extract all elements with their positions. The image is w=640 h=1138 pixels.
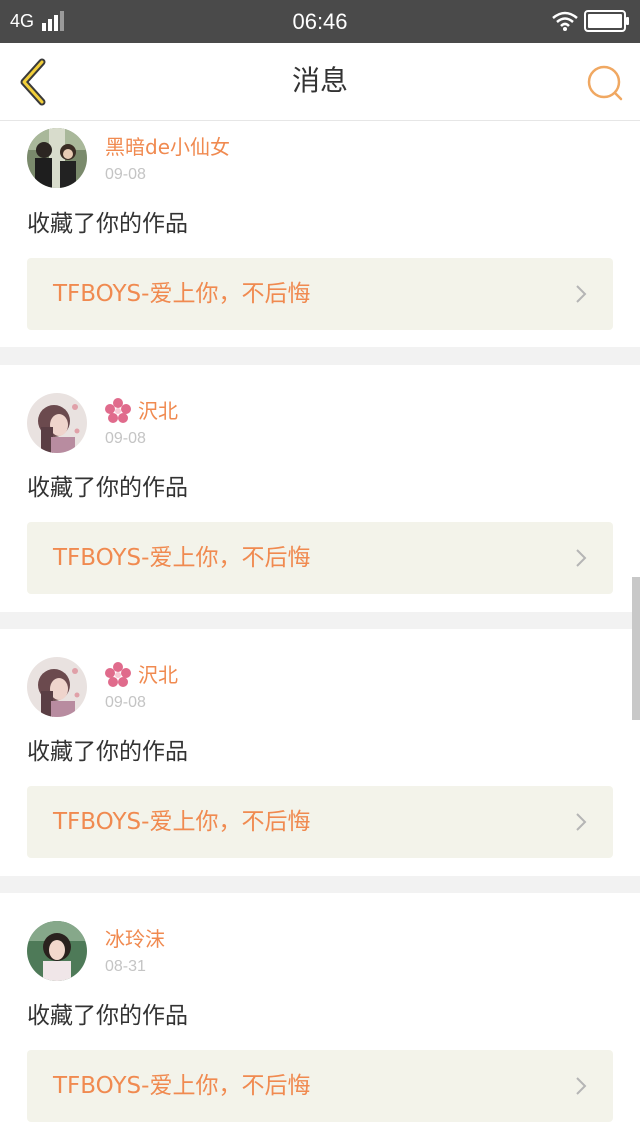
battery-icon [584, 10, 629, 32]
message-card: 黑暗de小仙女 09-08 收藏了你的作品 TFBOYS-爱上你，不后悔 [0, 121, 640, 347]
work-title: TFBOYS-爱上你，不后悔 [53, 281, 311, 307]
flower-badge-icon [105, 662, 131, 687]
chevron-right-icon [576, 549, 587, 567]
navigation-bar: 消息 [0, 43, 640, 121]
avatar[interactable] [27, 393, 87, 453]
work-title: TFBOYS-爱上你，不后悔 [53, 545, 311, 571]
work-title: TFBOYS-爱上你，不后悔 [53, 809, 311, 835]
chevron-right-icon [576, 1077, 587, 1095]
wifi-icon [552, 11, 578, 31]
work-link[interactable]: TFBOYS-爱上你，不后悔 [27, 258, 613, 330]
username[interactable]: 冰玲沫 [105, 926, 165, 952]
status-bar: 4G 06:46 [0, 0, 640, 43]
avatar[interactable] [27, 128, 87, 188]
message-date: 09-08 [105, 430, 146, 447]
username[interactable]: 黑暗de小仙女 [105, 134, 230, 160]
work-link[interactable]: TFBOYS-爱上你，不后悔 [27, 1050, 613, 1122]
status-time: 06:46 [292, 9, 348, 34]
message-card: 冰玲沫 08-31 收藏了你的作品 TFBOYS-爱上你，不后悔 [0, 893, 640, 1138]
action-text: 收藏了你的作品 [27, 739, 188, 765]
scrollbar[interactable] [632, 577, 640, 720]
work-link[interactable]: TFBOYS-爱上你，不后悔 [27, 786, 613, 858]
action-text: 收藏了你的作品 [27, 1003, 188, 1029]
message-card: 沢北 09-08 收藏了你的作品 TFBOYS-爱上你，不后悔 [0, 629, 640, 876]
work-title: TFBOYS-爱上你，不后悔 [53, 1073, 311, 1099]
search-icon[interactable] [585, 63, 625, 103]
work-link[interactable]: TFBOYS-爱上你，不后悔 [27, 522, 613, 594]
avatar[interactable] [27, 921, 87, 981]
page-title: 消息 [291, 64, 348, 97]
message-date: 09-08 [105, 694, 146, 711]
chevron-right-icon [576, 813, 587, 831]
avatar[interactable] [27, 657, 87, 717]
action-text: 收藏了你的作品 [27, 475, 188, 501]
message-card: 沢北 09-08 收藏了你的作品 TFBOYS-爱上你，不后悔 [0, 365, 640, 612]
chevron-right-icon [576, 285, 587, 303]
message-date: 09-08 [105, 166, 146, 183]
action-text: 收藏了你的作品 [27, 211, 188, 237]
username[interactable]: 沢北 [138, 662, 178, 688]
message-date: 08-31 [105, 958, 146, 975]
username[interactable]: 沢北 [138, 398, 178, 424]
flower-badge-icon [105, 398, 131, 423]
